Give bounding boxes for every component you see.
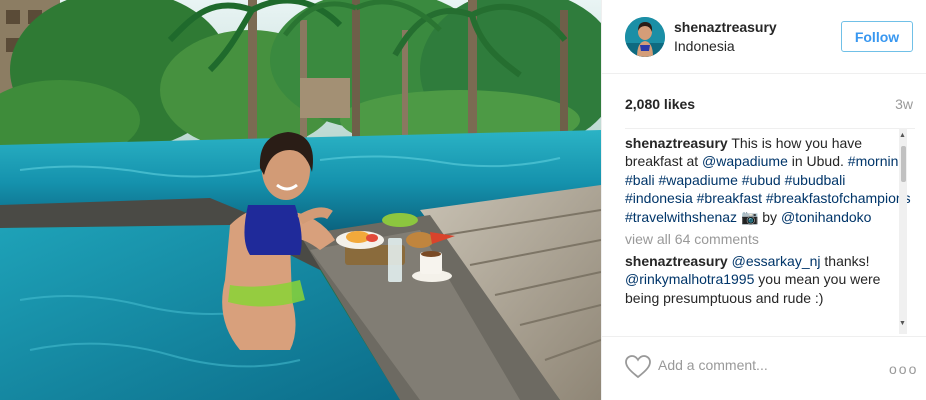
post-header: shenaztreasury Indonesia Follow	[602, 0, 926, 74]
tag-link[interactable]: @rinkymalhotra1995	[625, 271, 754, 287]
comments-scrollbar-thumb[interactable]	[901, 146, 906, 182]
tag-link[interactable]: #bali	[625, 172, 655, 188]
post-age[interactable]: 3w	[895, 96, 913, 112]
post-location[interactable]: Indonesia	[674, 38, 735, 54]
photo-illustration	[0, 0, 601, 400]
post-username[interactable]: shenaztreasury	[674, 19, 777, 35]
tag-link[interactable]: #ubudbali	[785, 172, 846, 188]
tag-link[interactable]: #breakfastofchampions	[766, 190, 911, 206]
tag-link[interactable]: @wapadiume	[702, 153, 788, 169]
post-side-panel: shenaztreasury Indonesia Follow 2,080 li…	[601, 0, 926, 400]
tag-link[interactable]: #morning	[848, 153, 906, 169]
likes-count[interactable]: 2,080 likes	[625, 96, 695, 112]
comments-list[interactable]: shenaztreasury This is how you have brea…	[625, 128, 915, 334]
text-fragment: thanks!	[820, 253, 870, 270]
caption-username[interactable]: shenaztreasury	[625, 135, 728, 151]
post-footer: Add a comment... ooo	[602, 336, 926, 400]
avatar-image	[625, 17, 665, 57]
tag-link[interactable]: #wapadiume	[658, 172, 737, 188]
scroll-down-arrow-icon[interactable]: ▼	[899, 320, 906, 327]
instagram-post: shenaztreasury Indonesia Follow 2,080 li…	[0, 0, 926, 400]
view-all-comments-link[interactable]: view all 64 comments	[625, 230, 915, 248]
more-options-icon[interactable]: ooo	[889, 361, 918, 377]
caption: shenaztreasury This is how you have brea…	[625, 134, 915, 226]
tag-link[interactable]: #travelwithshenaz	[625, 209, 737, 225]
add-comment-input[interactable]: Add a comment...	[658, 357, 768, 373]
likes-row: 2,080 likes 3w	[625, 96, 913, 116]
comment-username[interactable]: shenaztreasury	[625, 253, 728, 269]
post-photo[interactable]	[0, 0, 601, 400]
tag-link[interactable]: @essarkay_nj	[732, 253, 821, 269]
heart-outline-icon[interactable]	[625, 355, 651, 379]
text-fragment: 📷 by	[737, 208, 781, 225]
text-fragment: in Ubud.	[787, 153, 848, 170]
tag-link[interactable]: #ubud	[742, 172, 781, 188]
comment-item: shenaztreasury @essarkay_nj thanks! @rin…	[625, 252, 915, 307]
avatar[interactable]	[625, 17, 665, 57]
scroll-up-arrow-icon[interactable]: ▲	[899, 132, 906, 139]
follow-button[interactable]: Follow	[841, 21, 913, 52]
tag-link[interactable]: @tonihandoko	[781, 209, 872, 225]
tag-link[interactable]: #breakfast	[697, 190, 762, 206]
tag-link[interactable]: #indonesia	[625, 190, 693, 206]
